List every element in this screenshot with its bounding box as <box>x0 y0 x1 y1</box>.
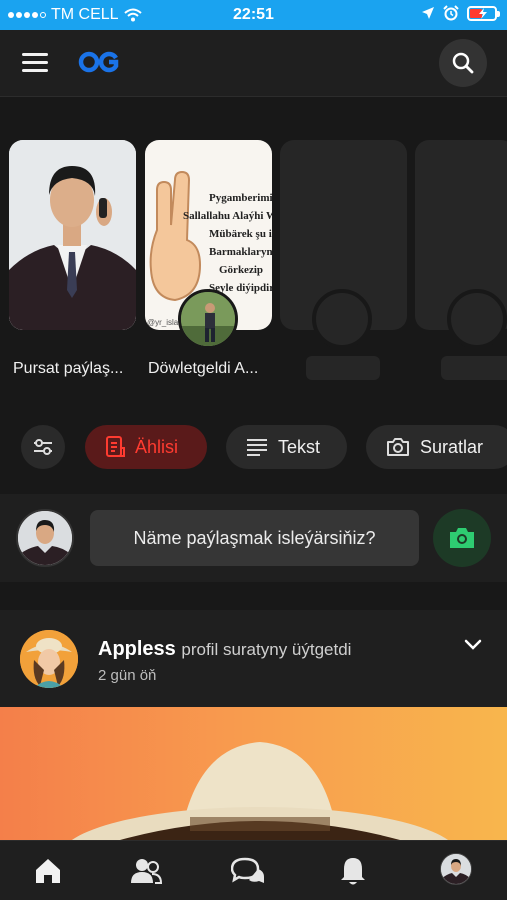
filter-settings-button[interactable] <box>21 425 65 469</box>
story-label[interactable]: Pursat paýlaş... <box>13 360 141 378</box>
chevron-down-icon[interactable] <box>463 638 483 652</box>
text-lines-icon <box>247 439 267 456</box>
status-bar: TM CELL 22:51 <box>0 0 507 30</box>
story-text-line: Mübärek şu ik <box>209 228 272 240</box>
home-icon <box>36 859 60 883</box>
add-photo-button[interactable] <box>433 509 491 567</box>
nav-profile-avatar[interactable] <box>440 853 472 885</box>
search-icon <box>452 52 474 74</box>
user-avatar[interactable] <box>16 509 74 567</box>
filter-chip-all[interactable]: Ählisi <box>85 425 207 469</box>
friends-icon <box>131 859 162 884</box>
nav-home[interactable] <box>30 853 66 889</box>
location-arrow-icon <box>422 7 434 19</box>
alarm-clock-icon <box>443 5 459 21</box>
post-action-text: profil suratyny üýtgetdi <box>181 640 352 659</box>
document-list-icon <box>106 436 125 457</box>
post-author-name[interactable]: Appless <box>98 638 176 660</box>
filter-chip-label: Ählisi <box>135 436 179 457</box>
nav-friends[interactable] <box>128 853 164 889</box>
post-image[interactable] <box>0 707 507 840</box>
story-text-line: Barmaklaryny <box>209 246 272 258</box>
bell-icon <box>341 858 365 885</box>
story-label[interactable]: Döwletgeldi A... <box>148 360 276 378</box>
create-story-card[interactable] <box>9 140 136 330</box>
app-logo[interactable] <box>78 47 120 77</box>
filter-chip-photos[interactable]: Suratlar <box>366 425 507 469</box>
post-timestamp: 2 gün öň <box>98 667 157 684</box>
camera-icon <box>450 528 474 548</box>
battery-charging-icon <box>467 5 500 21</box>
story-placeholder-label <box>306 356 380 380</box>
search-button[interactable] <box>439 39 487 87</box>
story-text-line: Sallallahu Alaýhi We <box>183 210 272 222</box>
stories-strip: Pursat paýlaş... Pygamberimiz Sallallahu… <box>0 98 507 408</box>
story-author-avatar[interactable] <box>178 289 238 349</box>
story-placeholder-label <box>441 356 507 380</box>
hamburger-menu-icon[interactable] <box>22 50 52 76</box>
nav-chat[interactable] <box>230 853 266 889</box>
chat-icon <box>231 857 264 883</box>
post-composer-input[interactable]: Näme paýlaşmak isleýärsiňiz? <box>90 510 419 566</box>
bottom-navigation <box>0 840 507 900</box>
profile-photo <box>9 140 136 330</box>
nav-notifications[interactable] <box>335 853 371 889</box>
post-author-avatar[interactable] <box>20 630 78 688</box>
post-header-line: Appless profil suratyny üýtgetdi <box>98 638 351 661</box>
camera-icon <box>387 438 409 456</box>
story-text-line: Pygamberimiz <box>209 192 272 204</box>
composer-placeholder: Näme paýlaşmak isleýärsiňiz? <box>133 527 376 548</box>
sliders-icon <box>34 439 52 455</box>
filter-chip-text[interactable]: Tekst <box>226 425 347 469</box>
status-right-group <box>421 5 500 21</box>
app-root: TM CELL 22:51 Pursat paýlaş... Pygamberi… <box>0 0 507 900</box>
app-header <box>0 30 507 97</box>
story-placeholder-avatar <box>312 289 372 349</box>
story-text-line: Görkezip <box>219 264 263 276</box>
post-composer: Näme paýlaşmak isleýärsiňiz? <box>0 494 507 582</box>
filter-chip-label: Tekst <box>278 436 321 457</box>
feed-filters: Ählisi Tekst Suratlar <box>0 420 507 476</box>
story-placeholder-avatar <box>447 289 507 349</box>
filter-chip-label: Suratlar <box>420 436 484 457</box>
